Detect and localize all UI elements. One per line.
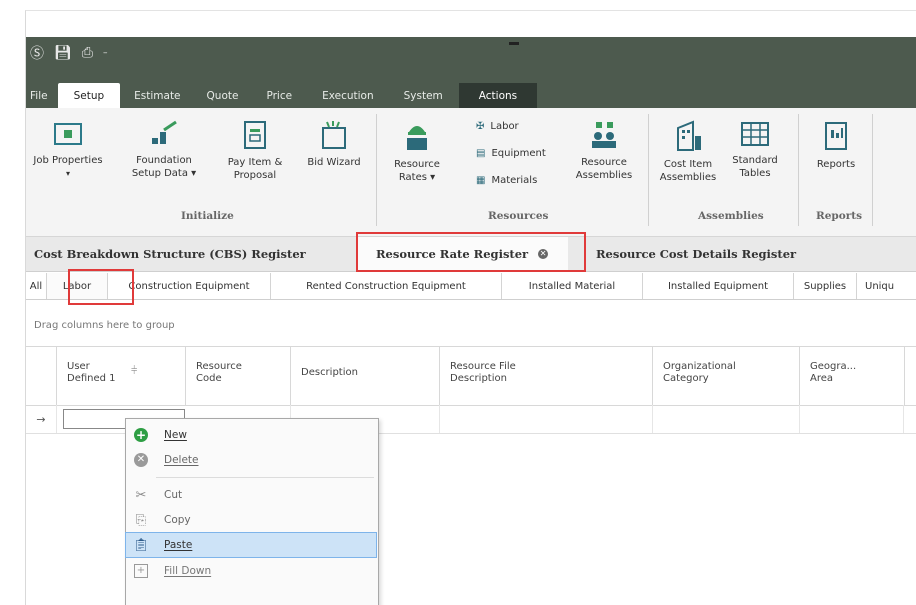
title-bar: Ⓢ 💾︎ ⎙ – File Setup Estimate Quote Price… bbox=[26, 37, 916, 108]
row-indicator: → bbox=[26, 405, 57, 433]
table-icon bbox=[741, 122, 769, 146]
highlight-labor-tab bbox=[68, 269, 134, 305]
tab-cbs-register[interactable]: Cost Breakdown Structure (CBS) Register bbox=[34, 237, 306, 271]
title-caret bbox=[509, 42, 519, 45]
group-reports-label: Reports bbox=[816, 210, 863, 222]
column-resource-file-description[interactable]: Resource File Description bbox=[440, 347, 653, 405]
save-icon[interactable]: 💾︎ bbox=[54, 45, 72, 61]
column-description[interactable]: Description bbox=[291, 347, 440, 405]
labor-icon: ✠ bbox=[476, 121, 485, 132]
copy-icon: ⎘ bbox=[135, 512, 147, 528]
scissors-icon: ✂ bbox=[135, 487, 147, 503]
tab-price[interactable]: Price bbox=[250, 83, 308, 108]
materials-icon: ▦ bbox=[476, 175, 486, 186]
menu-item-new[interactable]: + New bbox=[126, 423, 376, 447]
group-panel-hint[interactable]: Drag columns here to group bbox=[34, 320, 175, 331]
pay-item-proposal-button[interactable]: Pay Item & Proposal bbox=[224, 120, 286, 182]
filter-tab-rented-construction-equipment[interactable]: Rented Construction Equipment bbox=[271, 273, 502, 299]
resource-rates-button[interactable]: Resource Rates ▾ bbox=[390, 120, 444, 184]
tab-actions[interactable]: Actions bbox=[458, 83, 538, 108]
resource-assemblies-icon bbox=[592, 122, 616, 148]
equipment-button[interactable]: ▤ Equipment bbox=[476, 148, 546, 159]
fill-down-icon: + bbox=[126, 564, 156, 578]
ribbon-panel: Job Properties ▾ Foundation Setup Data ▾ … bbox=[26, 108, 916, 237]
tab-resource-cost-details-register[interactable]: Resource Cost Details Register bbox=[596, 237, 796, 271]
labor-button[interactable]: ✠ Labor bbox=[476, 121, 519, 132]
sort-icon[interactable]: ⫩ bbox=[131, 365, 137, 377]
bid-wizard-icon bbox=[322, 121, 346, 149]
reports-icon bbox=[825, 122, 847, 150]
filter-tab-installed-equipment[interactable]: Installed Equipment bbox=[643, 273, 794, 299]
tab-quote[interactable]: Quote bbox=[195, 83, 251, 108]
tab-file[interactable]: File bbox=[26, 83, 58, 108]
group-initialize-label: Initialize bbox=[181, 210, 234, 222]
column-geographic-area[interactable]: Geogra... Area bbox=[800, 347, 905, 405]
worker-icon bbox=[407, 126, 427, 150]
print-icon[interactable]: ⎙ bbox=[82, 45, 93, 61]
add-icon: + bbox=[134, 428, 148, 442]
column-user-defined-1[interactable]: User Defined 1 ⫩ bbox=[57, 347, 186, 405]
pay-item-icon bbox=[244, 121, 266, 149]
materials-button[interactable]: ▦ Materials bbox=[476, 175, 537, 186]
building-icon bbox=[677, 120, 701, 151]
group-resources-label: Resources bbox=[488, 210, 549, 222]
highlight-resource-rate-tab bbox=[356, 232, 586, 272]
row-indicator-header bbox=[26, 347, 57, 405]
tab-system[interactable]: System bbox=[388, 83, 459, 108]
menu-item-paste[interactable]: 📋︎ Paste bbox=[125, 532, 377, 558]
filter-tab-installed-material[interactable]: Installed Material bbox=[502, 273, 643, 299]
standard-tables-button[interactable]: Standard Tables bbox=[726, 120, 784, 180]
app-logo-icon[interactable]: Ⓢ bbox=[30, 43, 44, 63]
dropdown-icon[interactable]: – bbox=[103, 48, 108, 58]
tab-estimate[interactable]: Estimate bbox=[120, 83, 194, 108]
tab-setup[interactable]: Setup bbox=[57, 83, 121, 108]
menu-item-cut[interactable]: ✂ Cut bbox=[126, 483, 376, 507]
filter-tab-supplies[interactable]: Supplies bbox=[794, 273, 857, 299]
application-window: Ⓢ 💾︎ ⎙ – File Setup Estimate Quote Price… bbox=[25, 10, 916, 605]
reports-button[interactable]: Reports bbox=[812, 120, 860, 171]
ribbon-tabs: File Setup Estimate Quote Price Executio… bbox=[26, 83, 538, 108]
foundation-setup-button[interactable]: Foundation Setup Data ▾ bbox=[130, 120, 198, 180]
resource-assemblies-button[interactable]: Resource Assemblies bbox=[574, 120, 634, 182]
menu-item-delete[interactable]: ✕ Delete bbox=[126, 448, 376, 472]
menu-item-fill-down[interactable]: + Fill Down bbox=[126, 559, 376, 583]
delete-icon: ✕ bbox=[126, 453, 156, 467]
paste-icon: 📋︎ bbox=[132, 537, 150, 553]
bid-wizard-button[interactable]: Bid Wizard bbox=[306, 120, 362, 169]
cost-item-assemblies-button[interactable]: Cost Item Assemblies bbox=[658, 120, 718, 184]
resource-type-tabs: All Labor Construction Equipment Rented … bbox=[26, 273, 916, 300]
quick-access-toolbar: Ⓢ 💾︎ ⎙ – bbox=[30, 39, 107, 67]
column-resource-code[interactable]: Resource Code bbox=[186, 347, 291, 405]
job-properties-icon bbox=[54, 123, 82, 145]
filter-tab-unique[interactable]: Uniqu bbox=[857, 273, 916, 299]
tab-execution[interactable]: Execution bbox=[308, 83, 388, 108]
foundation-icon bbox=[152, 120, 177, 144]
column-organizational-category[interactable]: Organizational Category bbox=[653, 347, 800, 405]
equipment-icon: ▤ bbox=[476, 148, 486, 159]
job-properties-button[interactable]: Job Properties ▾ bbox=[32, 120, 104, 180]
grid-header: User Defined 1 ⫩ Resource Code Descripti… bbox=[26, 346, 916, 406]
group-assemblies-label: Assemblies bbox=[698, 210, 764, 222]
filter-tab-all[interactable]: All bbox=[26, 273, 47, 299]
menu-item-copy[interactable]: ⎘ Copy bbox=[126, 508, 376, 532]
context-menu: + New ✕ Delete ✂ Cut ⎘ Copy 📋︎ Paste + F… bbox=[125, 418, 379, 605]
